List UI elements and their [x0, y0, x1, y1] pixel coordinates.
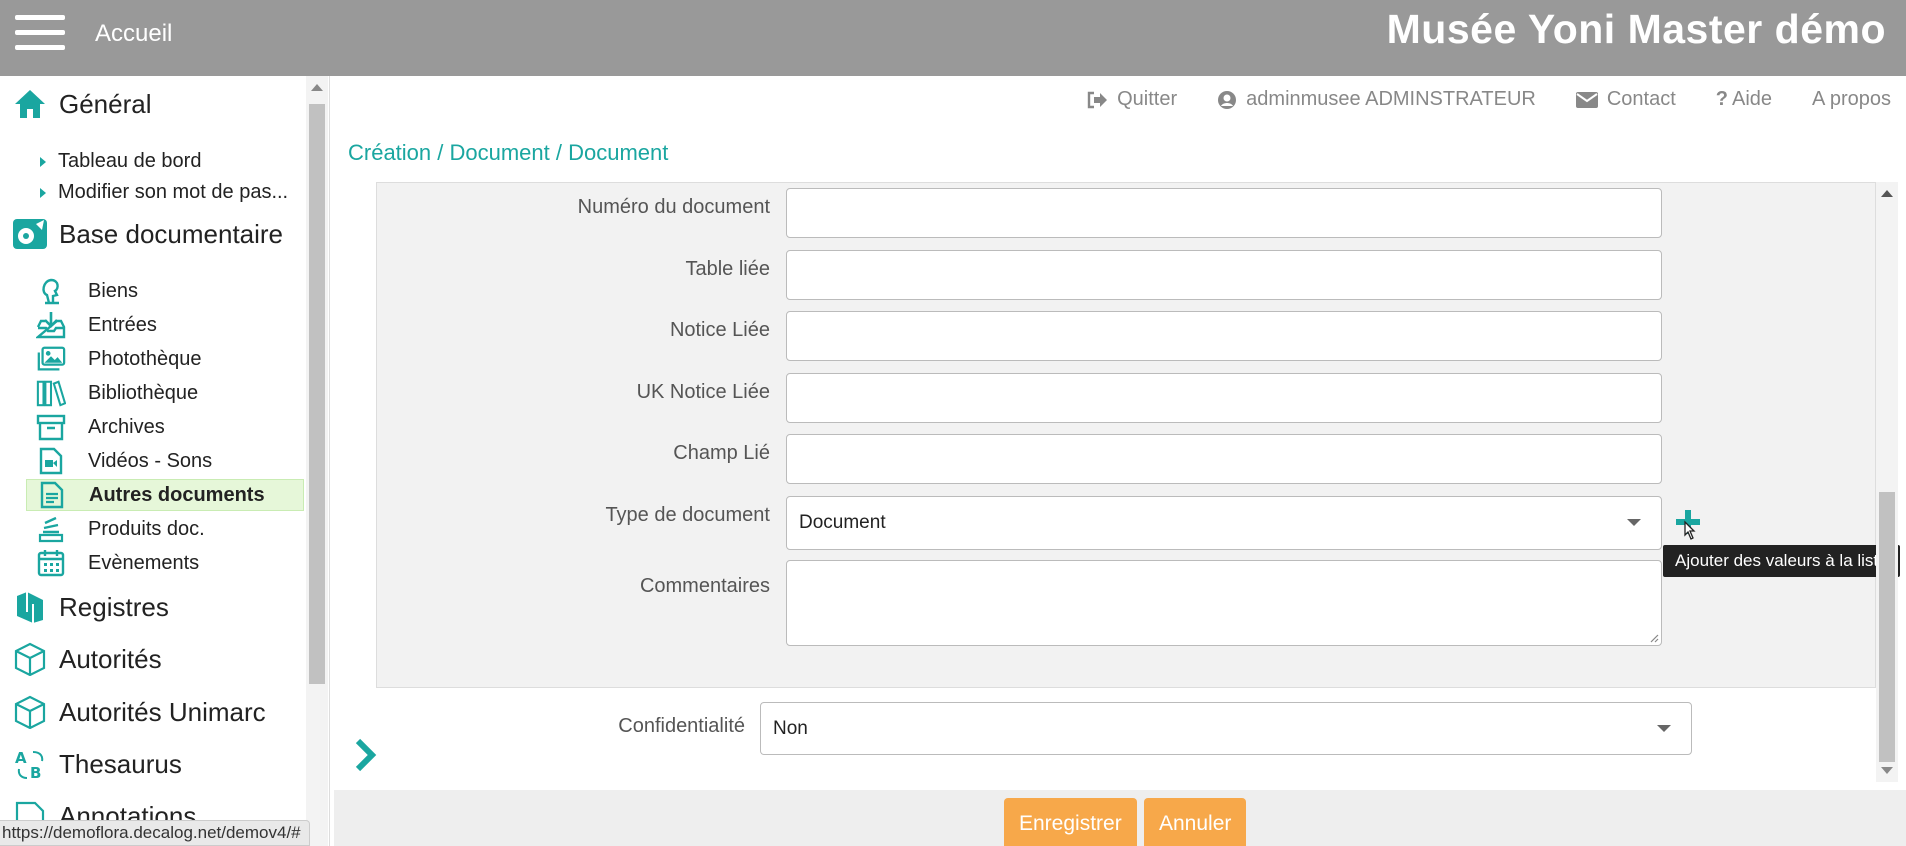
- confidentialite-label: Confidentialité: [618, 715, 745, 737]
- svg-text:B: B: [30, 764, 41, 781]
- form-row-table: Table liée: [376, 244, 1876, 300]
- quit-link[interactable]: Quitter: [1086, 88, 1177, 111]
- uk-notice-label: UK Notice Liée: [636, 381, 770, 403]
- main-scrollbar[interactable]: [1876, 182, 1898, 782]
- sidebar-item-dashboard[interactable]: Tableau de bord: [40, 150, 201, 173]
- status-url: https://demoflora.decalog.net/demov4/#: [0, 820, 310, 846]
- sidebar-section-general[interactable]: Général: [0, 82, 306, 126]
- bust-icon: [36, 276, 66, 306]
- commentaires-textarea[interactable]: [786, 560, 1662, 646]
- form-row-commentaires: Commentaires: [376, 560, 1876, 652]
- numero-input[interactable]: [786, 188, 1662, 238]
- form-row-notice: Notice Liée: [376, 305, 1876, 361]
- sidebar-section-registres[interactable]: Registres: [0, 585, 306, 629]
- chevron-down-icon: [1627, 519, 1641, 526]
- cancel-button[interactable]: Annuler: [1144, 798, 1247, 846]
- books-icon: [36, 378, 66, 408]
- confidentialite-select[interactable]: Non: [760, 702, 1692, 755]
- home-icon: [11, 85, 49, 123]
- breadcrumb[interactable]: Création / Document / Document: [348, 140, 668, 166]
- type-label: Type de document: [605, 504, 770, 526]
- palette-icon: [11, 215, 49, 253]
- sidebar-section-label: Base documentaire: [59, 218, 284, 249]
- archive-box-icon: [36, 412, 66, 442]
- inbox-download-icon: [36, 310, 66, 340]
- chevron-down-icon: [1657, 725, 1671, 732]
- notice-label: Notice Liée: [669, 319, 770, 341]
- scrollbar-thumb[interactable]: [309, 104, 325, 684]
- chevron-right-icon[interactable]: [352, 735, 382, 775]
- sidebar-item-videos-sons[interactable]: Vidéos - Sons: [26, 445, 304, 477]
- video-file-icon: [36, 446, 66, 476]
- sign-out-icon: [1087, 91, 1108, 108]
- contact-link[interactable]: Contact: [1575, 88, 1676, 111]
- svg-text:A: A: [15, 749, 27, 767]
- stack-icon: [36, 514, 66, 544]
- table-label: Table liée: [685, 258, 770, 280]
- sidebar-item-biens[interactable]: Biens: [26, 275, 304, 307]
- document-icon: [37, 480, 67, 510]
- sidebar: Général Tableau de bord Modifier son mot…: [0, 76, 330, 846]
- cube-icon: [11, 693, 49, 731]
- numero-label: Numéro du document: [577, 196, 770, 218]
- type-select[interactable]: Document: [786, 496, 1662, 550]
- translate-icon: AB: [11, 745, 49, 783]
- sidebar-scrollbar[interactable]: [306, 76, 328, 846]
- champ-label: Champ Lié: [673, 442, 770, 464]
- top-header: Accueil Musée Yoni Master démo: [0, 0, 1906, 76]
- sidebar-item-evenements[interactable]: Evènements: [26, 547, 304, 579]
- sidebar-section-label: Général: [59, 88, 152, 119]
- sidebar-item-change-password[interactable]: Modifier son mot de pas...: [40, 181, 288, 204]
- sidebar-section-autorites-unimarc[interactable]: Autorités Unimarc: [0, 690, 306, 734]
- site-title: Musée Yoni Master démo: [1386, 6, 1886, 52]
- form-row-type: Type de document Document: [376, 490, 1876, 550]
- sidebar-item-autres-documents[interactable]: Autres documents: [26, 479, 304, 511]
- home-link[interactable]: Accueil: [95, 20, 172, 48]
- top-nav: Quitter adminmusee ADMINSTRATEUR Contact…: [1046, 88, 1891, 111]
- tooltip: Ajouter des valeurs à la liste: [1663, 545, 1900, 577]
- form-row-numero: Numéro du document: [376, 182, 1876, 238]
- question-icon: ?: [1715, 88, 1729, 110]
- help-link[interactable]: ? Aide: [1716, 88, 1772, 111]
- sidebar-section-base-documentaire[interactable]: Base documentaire: [0, 212, 306, 256]
- sidebar-item-archives[interactable]: Archives: [26, 411, 304, 443]
- add-values-button[interactable]: [1672, 508, 1702, 540]
- uk-notice-input[interactable]: [786, 373, 1662, 423]
- calendar-icon: [36, 548, 66, 578]
- scrollbar-thumb[interactable]: [1879, 492, 1895, 762]
- notice-input[interactable]: [786, 311, 1662, 361]
- save-button[interactable]: Enregistrer: [1004, 798, 1137, 846]
- user-link[interactable]: adminmusee ADMINSTRATEUR: [1217, 88, 1536, 111]
- registers-icon: [11, 588, 49, 626]
- user-circle-icon: [1218, 90, 1237, 109]
- resize-grip-icon[interactable]: [1649, 633, 1659, 643]
- caret-right-icon: [40, 187, 46, 198]
- cube-icon: [11, 640, 49, 678]
- menu-icon[interactable]: [15, 15, 65, 51]
- sidebar-item-produits-doc[interactable]: Produits doc.: [26, 513, 304, 545]
- scroll-up-icon[interactable]: [1881, 190, 1893, 197]
- images-icon: [36, 344, 66, 374]
- sidebar-item-entrees[interactable]: Entrées: [26, 309, 304, 341]
- about-link[interactable]: A propos: [1812, 88, 1891, 111]
- sidebar-section-autorites[interactable]: Autorités: [0, 637, 306, 681]
- commentaires-label: Commentaires: [639, 575, 770, 597]
- scroll-up-icon[interactable]: [311, 84, 323, 91]
- sidebar-section-thesaurus[interactable]: AB Thesaurus: [0, 742, 306, 786]
- form-row-uk-notice: UK Notice Liée: [376, 367, 1876, 423]
- sidebar-item-bibliotheque[interactable]: Bibliothèque: [26, 377, 304, 409]
- scroll-down-icon[interactable]: [1881, 767, 1893, 774]
- caret-right-icon: [40, 156, 46, 167]
- table-input[interactable]: [786, 250, 1662, 300]
- form-row-champ: Champ Lié: [376, 428, 1876, 484]
- champ-input[interactable]: [786, 434, 1662, 484]
- envelope-icon: [1575, 91, 1598, 108]
- sidebar-item-phototheque[interactable]: Photothèque: [26, 343, 304, 375]
